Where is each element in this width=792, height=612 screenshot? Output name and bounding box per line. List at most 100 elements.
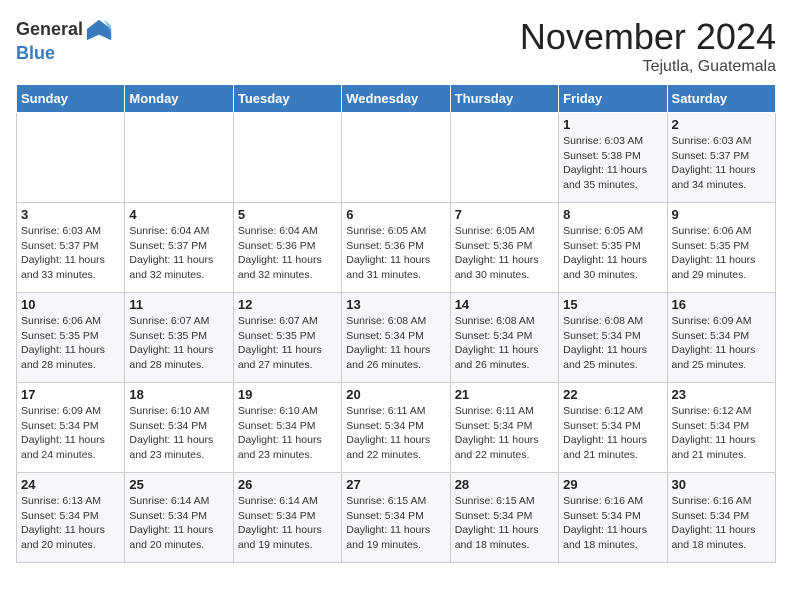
calendar-cell: 17Sunrise: 6:09 AMSunset: 5:34 PMDayligh… [17,383,125,473]
weekday-header-thursday: Thursday [450,85,558,113]
day-number: 19 [238,387,337,402]
day-info: Sunrise: 6:06 AMSunset: 5:35 PMDaylight:… [672,224,771,283]
day-number: 29 [563,477,662,492]
day-number: 3 [21,207,120,222]
day-info: Sunrise: 6:08 AMSunset: 5:34 PMDaylight:… [455,314,554,373]
day-number: 16 [672,297,771,312]
calendar-cell: 19 Sunrise: 6:10 AMSunset: 5:34 PMDayligh… [233,383,341,473]
day-number: 9 [672,207,771,222]
day-number: 20 [346,387,445,402]
calendar-cell: 30 Sunrise: 6:16 AMSunset: 5:34 PMDayligh… [667,473,775,563]
weekday-header-saturday: Saturday [667,85,775,113]
day-info: Sunrise: 6:16 AMSunset: 5:34 PMDaylight:… [563,494,662,553]
day-info: Sunrise: 6:09 AMSunset: 5:34 PMDaylight:… [672,314,771,373]
calendar-cell: 10 Sunrise: 6:06 AMSunset: 5:35 PMDayligh… [17,293,125,383]
calendar-week-2: 3 Sunrise: 6:03 AMSunset: 5:37 PMDaylight… [17,203,776,293]
logo-general: General [16,20,83,40]
calendar-cell: 25 Sunrise: 6:14 AMSunset: 5:34 PMDayligh… [125,473,233,563]
day-info: Sunrise: 6:05 AMSunset: 5:36 PMDaylight:… [346,224,445,283]
calendar-cell: 29 Sunrise: 6:16 AMSunset: 5:34 PMDayligh… [559,473,667,563]
day-info: Sunrise: 6:13 AMSunset: 5:34 PMDaylight:… [21,494,120,553]
day-number: 2 [672,117,771,132]
calendar-cell: 21Sunrise: 6:11 AMSunset: 5:34 PMDayligh… [450,383,558,473]
title-block: November 2024 Tejutla, Guatemala [520,16,776,76]
day-info: Sunrise: 6:03 AMSunset: 5:37 PMDaylight:… [672,134,771,193]
calendar-cell: 20Sunrise: 6:11 AMSunset: 5:34 PMDayligh… [342,383,450,473]
location-subtitle: Tejutla, Guatemala [520,58,776,76]
logo: General Blue [16,16,113,64]
calendar-table: SundayMondayTuesdayWednesdayThursdayFrid… [16,84,776,563]
logo-blue: Blue [16,43,55,63]
calendar-cell: 13Sunrise: 6:08 AMSunset: 5:34 PMDayligh… [342,293,450,383]
calendar-cell: 1 Sunrise: 6:03 AMSunset: 5:38 PMDaylight… [559,113,667,203]
day-info: Sunrise: 6:06 AMSunset: 5:35 PMDaylight:… [21,314,120,373]
calendar-cell: 16 Sunrise: 6:09 AMSunset: 5:34 PMDayligh… [667,293,775,383]
day-info: Sunrise: 6:15 AMSunset: 5:34 PMDaylight:… [455,494,554,553]
day-number: 22 [563,387,662,402]
calendar-cell: 18 Sunrise: 6:10 AMSunset: 5:34 PMDayligh… [125,383,233,473]
day-number: 18 [129,387,228,402]
calendar-cell: 26Sunrise: 6:14 AMSunset: 5:34 PMDayligh… [233,473,341,563]
calendar-cell: 5 Sunrise: 6:04 AMSunset: 5:36 PMDaylight… [233,203,341,293]
calendar-cell: 3 Sunrise: 6:03 AMSunset: 5:37 PMDaylight… [17,203,125,293]
day-number: 5 [238,207,337,222]
weekday-header-monday: Monday [125,85,233,113]
weekday-header-sunday: Sunday [17,85,125,113]
day-number: 8 [563,207,662,222]
day-number: 6 [346,207,445,222]
calendar-cell: 27Sunrise: 6:15 AMSunset: 5:34 PMDayligh… [342,473,450,563]
calendar-cell: 4 Sunrise: 6:04 AMSunset: 5:37 PMDaylight… [125,203,233,293]
day-number: 7 [455,207,554,222]
day-number: 25 [129,477,228,492]
calendar-cell: 2 Sunrise: 6:03 AMSunset: 5:37 PMDaylight… [667,113,775,203]
day-info: Sunrise: 6:12 AMSunset: 5:34 PMDaylight:… [672,404,771,463]
calendar-cell: 7Sunrise: 6:05 AMSunset: 5:36 PMDaylight… [450,203,558,293]
day-info: Sunrise: 6:04 AMSunset: 5:37 PMDaylight:… [129,224,228,283]
day-info: Sunrise: 6:16 AMSunset: 5:34 PMDaylight:… [672,494,771,553]
calendar-cell: 8 Sunrise: 6:05 AMSunset: 5:35 PMDaylight… [559,203,667,293]
month-title: November 2024 [520,16,776,58]
day-number: 30 [672,477,771,492]
calendar-cell [125,113,233,203]
day-number: 24 [21,477,120,492]
calendar-cell: 9 Sunrise: 6:06 AMSunset: 5:35 PMDaylight… [667,203,775,293]
page-header: General Blue November 2024 Tejutla, Guat… [16,16,776,76]
day-number: 26 [238,477,337,492]
day-info: Sunrise: 6:07 AMSunset: 5:35 PMDaylight:… [238,314,337,373]
day-info: Sunrise: 6:10 AMSunset: 5:34 PMDaylight:… [238,404,337,463]
day-info: Sunrise: 6:09 AMSunset: 5:34 PMDaylight:… [21,404,120,463]
calendar-week-1: 1 Sunrise: 6:03 AMSunset: 5:38 PMDaylight… [17,113,776,203]
day-info: Sunrise: 6:07 AMSunset: 5:35 PMDaylight:… [129,314,228,373]
day-number: 27 [346,477,445,492]
day-info: Sunrise: 6:14 AMSunset: 5:34 PMDaylight:… [129,494,228,553]
calendar-cell: 12Sunrise: 6:07 AMSunset: 5:35 PMDayligh… [233,293,341,383]
calendar-header-row: SundayMondayTuesdayWednesdayThursdayFrid… [17,85,776,113]
day-info: Sunrise: 6:04 AMSunset: 5:36 PMDaylight:… [238,224,337,283]
day-info: Sunrise: 6:12 AMSunset: 5:34 PMDaylight:… [563,404,662,463]
day-number: 1 [563,117,662,132]
calendar-cell [342,113,450,203]
day-number: 11 [129,297,228,312]
calendar-cell [233,113,341,203]
day-info: Sunrise: 6:10 AMSunset: 5:34 PMDaylight:… [129,404,228,463]
day-number: 15 [563,297,662,312]
calendar-cell [17,113,125,203]
calendar-cell: 6 Sunrise: 6:05 AMSunset: 5:36 PMDaylight… [342,203,450,293]
calendar-cell: 22 Sunrise: 6:12 AMSunset: 5:34 PMDayligh… [559,383,667,473]
day-number: 14 [455,297,554,312]
day-info: Sunrise: 6:08 AMSunset: 5:34 PMDaylight:… [563,314,662,373]
calendar-cell: 24 Sunrise: 6:13 AMSunset: 5:34 PMDayligh… [17,473,125,563]
day-info: Sunrise: 6:03 AMSunset: 5:37 PMDaylight:… [21,224,120,283]
calendar-cell [450,113,558,203]
calendar-week-3: 10 Sunrise: 6:06 AMSunset: 5:35 PMDayligh… [17,293,776,383]
day-info: Sunrise: 6:05 AMSunset: 5:35 PMDaylight:… [563,224,662,283]
calendar-week-5: 24 Sunrise: 6:13 AMSunset: 5:34 PMDayligh… [17,473,776,563]
calendar-week-4: 17Sunrise: 6:09 AMSunset: 5:34 PMDayligh… [17,383,776,473]
weekday-header-tuesday: Tuesday [233,85,341,113]
day-info: Sunrise: 6:11 AMSunset: 5:34 PMDaylight:… [455,404,554,463]
day-number: 4 [129,207,228,222]
calendar-cell: 11 Sunrise: 6:07 AMSunset: 5:35 PMDayligh… [125,293,233,383]
day-number: 10 [21,297,120,312]
day-info: Sunrise: 6:03 AMSunset: 5:38 PMDaylight:… [563,134,662,193]
calendar-cell: 14 Sunrise: 6:08 AMSunset: 5:34 PMDayligh… [450,293,558,383]
